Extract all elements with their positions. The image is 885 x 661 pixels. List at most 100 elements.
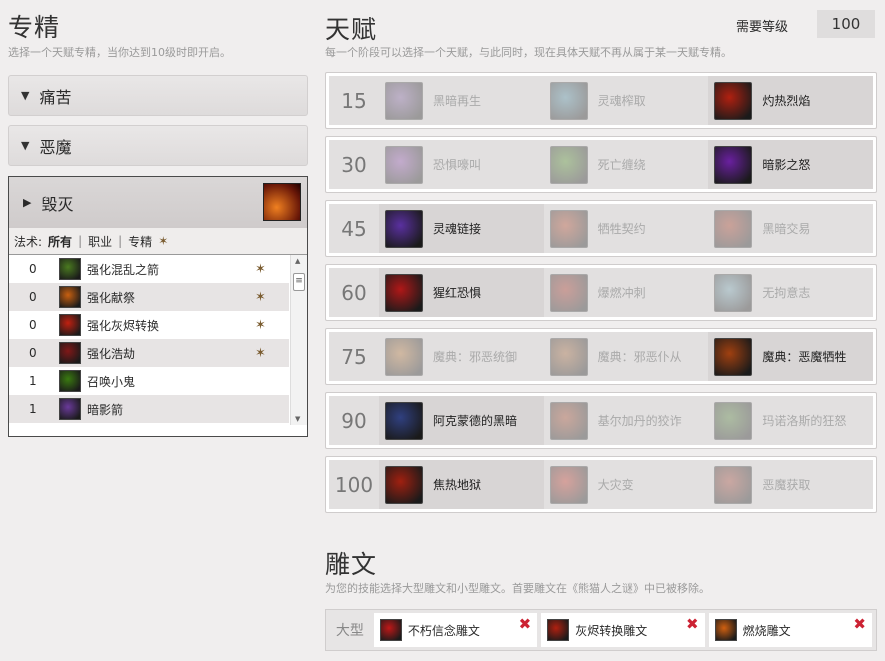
glyph-slot[interactable]: 燃烧雕文 ✖ <box>708 613 872 647</box>
burning-rush-icon <box>549 273 588 312</box>
talent-name: 灵魂链接 <box>433 222 482 236</box>
talent-option[interactable]: 无拘意志 <box>708 268 873 317</box>
grimoire-supremacy-icon <box>385 337 423 376</box>
talent-option[interactable]: 灵魂链接 <box>379 204 544 253</box>
chevron-right-icon: ▶ <box>23 196 32 209</box>
spell-row[interactable]: 0 强化浩劫 ✶ <box>9 339 289 367</box>
talent-option[interactable]: 阿克蒙德的黑暗 <box>379 396 544 445</box>
spell-name: 强化献祭 <box>87 290 136 305</box>
talent-option[interactable]: 灼热烈焰 <box>708 76 874 125</box>
talent-name: 玛诺洛斯的狂怒 <box>762 414 847 428</box>
star-icon: ✶ <box>255 317 266 333</box>
talent-option[interactable]: 大灾变 <box>544 460 709 509</box>
chaos-bolt-icon <box>59 258 81 280</box>
talent-name: 魔典：恶魔牺牲 <box>762 350 847 364</box>
mortal-coil-icon <box>549 145 588 184</box>
talent-option[interactable]: 死亡缠绕 <box>544 140 709 189</box>
talent-name: 恶魔获取 <box>762 478 811 492</box>
talent-name: 魔典：邪恶统御 <box>433 350 518 364</box>
glyphs-title: 雕文 <box>325 550 378 579</box>
spell-rank: 1 <box>29 374 37 388</box>
spec-subtitle: 选择一个天赋专精，当你达到10级时即开启。 <box>8 46 231 59</box>
spell-row[interactable]: 0 强化献祭 ✶ <box>9 283 289 311</box>
shadow-bolt-icon <box>59 398 81 420</box>
talent-option[interactable]: 魔典：恶魔牺牲 <box>708 332 874 381</box>
talent-option[interactable]: 焦热地狱 <box>379 460 544 509</box>
talent-option[interactable]: 黑暗再生 <box>379 76 544 125</box>
burning-glyph-icon <box>714 619 737 641</box>
talent-option[interactable]: 恐惧嚎叫 <box>379 140 544 189</box>
scroll-down-icon[interactable]: ▼ <box>295 415 300 423</box>
tier-level: 90 <box>329 396 379 445</box>
star-icon: ✶ <box>255 261 266 277</box>
glyph-slot[interactable]: 不朽信念雕文 ✖ <box>373 613 538 647</box>
filter-class[interactable]: 职业 <box>88 233 112 250</box>
remove-icon[interactable]: ✖ <box>519 615 532 633</box>
talent-name: 无拘意志 <box>762 286 811 300</box>
talent-name: 暗影之怒 <box>762 158 811 172</box>
scroll-up-icon[interactable]: ▲ <box>295 257 300 265</box>
scrollbar[interactable]: ▲ ≡ ▼ <box>290 255 307 425</box>
glyph-slot[interactable]: 灰烬转换雕文 ✖ <box>541 613 705 647</box>
talent-name: 大灾变 <box>597 478 634 492</box>
howl-icon <box>385 145 423 184</box>
spell-row[interactable]: 0 强化灰烬转换 ✶ <box>9 311 289 339</box>
spell-rank: 0 <box>29 290 37 304</box>
spell-row[interactable]: 1 暗影箭 <box>9 395 289 423</box>
required-level-value: 100 <box>817 10 875 38</box>
talent-option[interactable]: 恶魔获取 <box>708 460 873 509</box>
filter-all[interactable]: 所有 <box>48 233 72 250</box>
talent-name: 死亡缠绕 <box>597 158 646 172</box>
talent-option[interactable]: 爆燃冲刺 <box>544 268 709 317</box>
talent-option[interactable]: 基尔加丹的狡诈 <box>544 396 709 445</box>
talent-option[interactable]: 魔典：邪恶仆从 <box>544 332 709 381</box>
remove-icon[interactable]: ✖ <box>686 615 699 633</box>
talent-tier: 75 魔典：邪恶统御 魔典：邪恶仆从 魔典：恶魔牺牲 <box>325 328 877 385</box>
talent-tier: 45 灵魂链接 牺牲契约 黑暗交易 <box>325 200 877 257</box>
filter-spec[interactable]: 专精 <box>128 233 152 250</box>
talent-name: 阿克蒙德的黑暗 <box>433 414 518 428</box>
archimonde-icon <box>385 401 423 440</box>
spell-rank: 0 <box>29 346 37 360</box>
talent-option[interactable]: 牺牲契约 <box>544 204 709 253</box>
talent-tier: 60 猩红恐惧 爆燃冲刺 无拘意志 <box>325 264 877 321</box>
talent-name: 猩红恐惧 <box>433 286 482 300</box>
tier-level: 15 <box>329 76 379 125</box>
filter-separator: | <box>78 234 83 248</box>
chevron-down-icon: ▼ <box>21 139 30 152</box>
scroll-thumb[interactable]: ≡ <box>293 273 305 291</box>
grimoire-sacrifice-icon <box>714 337 753 376</box>
spec-label: 痛苦 <box>39 87 72 107</box>
kiljaeden-icon <box>549 401 588 440</box>
spell-name: 召唤小鬼 <box>87 374 136 389</box>
glyph-category: 大型 <box>335 623 364 639</box>
talent-option[interactable]: 猩红恐惧 <box>379 268 544 317</box>
searing-flames-icon <box>714 81 753 120</box>
required-level-label: 需要等级 <box>736 20 789 35</box>
spec-label: 毁灭 <box>41 194 74 214</box>
immolate-icon <box>59 286 81 308</box>
star-icon: ✶ <box>255 345 266 361</box>
talent-option[interactable]: 灵魂榨取 <box>544 76 709 125</box>
remove-icon[interactable]: ✖ <box>853 615 866 633</box>
destruction-spec-icon <box>263 183 301 221</box>
spell-rank: 0 <box>29 318 37 332</box>
spell-row[interactable]: 1生命虹吸 <box>9 423 289 425</box>
spec-destruction[interactable]: ▶ 毁灭 <box>9 177 307 228</box>
summon-imp-icon <box>59 370 81 392</box>
talent-name: 黑暗交易 <box>762 222 811 236</box>
spec-affliction[interactable]: ▼ 痛苦 <box>8 75 308 116</box>
talent-option[interactable]: 魔典：邪恶统御 <box>379 332 544 381</box>
dark-bargain-icon <box>714 209 753 248</box>
spec-demonology[interactable]: ▼ 恶魔 <box>8 125 308 166</box>
talent-option[interactable]: 黑暗交易 <box>708 204 873 253</box>
cataclysm-icon <box>385 465 423 504</box>
ember-tap-icon <box>59 314 81 336</box>
talent-option[interactable]: 暗影之怒 <box>708 140 874 189</box>
spell-row[interactable]: 1 召唤小鬼 <box>9 367 289 395</box>
talent-option[interactable]: 玛诺洛斯的狂怒 <box>708 396 873 445</box>
tier-level: 75 <box>329 332 379 381</box>
talent-name: 焦热地狱 <box>433 478 482 492</box>
tier-level: 45 <box>329 204 379 253</box>
spell-row[interactable]: 0 强化混乱之箭 ✶ <box>9 255 289 283</box>
